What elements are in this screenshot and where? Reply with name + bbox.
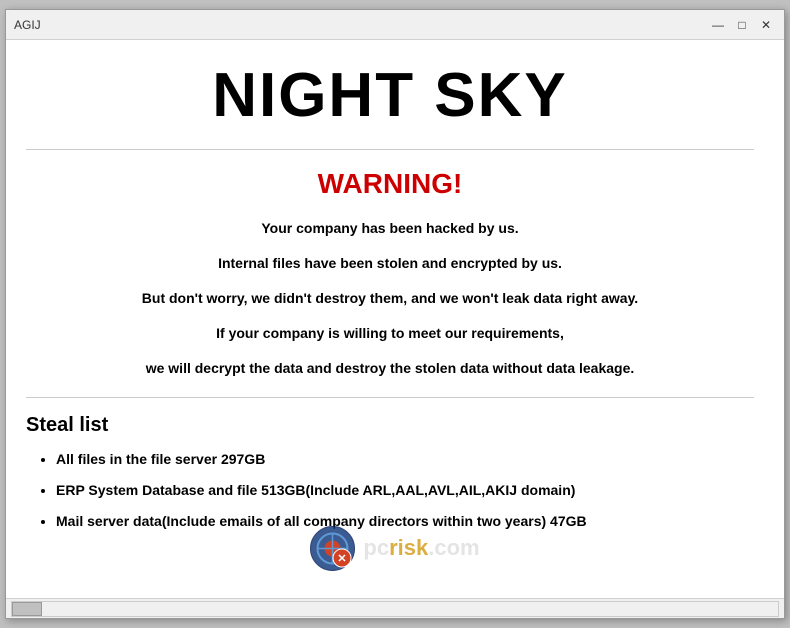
message-4: If your company is willing to meet our r… xyxy=(26,323,754,344)
steal-list: All files in the file server 297GB ERP S… xyxy=(26,449,754,532)
divider-2 xyxy=(26,397,754,398)
minimize-button[interactable]: — xyxy=(708,15,728,35)
horizontal-scrollbar[interactable] xyxy=(11,601,779,617)
message-3: But don't worry, we didn't destroy them,… xyxy=(26,288,754,309)
window-title: AGIJ xyxy=(14,18,41,32)
scrollbar-thumb[interactable] xyxy=(12,602,42,616)
content-wrapper: NIGHT SKY WARNING! Your company has been… xyxy=(6,40,784,598)
maximize-button[interactable]: □ xyxy=(732,15,752,35)
close-button[interactable]: ✕ xyxy=(756,15,776,35)
steal-item-3: Mail server data(Include emails of all c… xyxy=(56,511,754,532)
window-controls: — □ ✕ xyxy=(708,15,776,35)
warning-heading: WARNING! xyxy=(26,168,754,200)
divider-1 xyxy=(26,149,754,150)
title-bar: AGIJ — □ ✕ xyxy=(6,10,784,40)
message-5: we will decrypt the data and destroy the… xyxy=(26,358,754,379)
application-window: AGIJ — □ ✕ NIGHT SKY WARNING! Your compa… xyxy=(5,9,785,619)
message-block: Your company has been hacked by us. Inte… xyxy=(26,218,754,379)
steal-list-title: Steal list xyxy=(26,414,754,437)
message-1: Your company has been hacked by us. xyxy=(26,218,754,239)
scroll-area[interactable]: NIGHT SKY WARNING! Your company has been… xyxy=(6,40,784,598)
message-2: Internal files have been stolen and encr… xyxy=(26,253,754,274)
bottom-bar xyxy=(6,598,784,618)
steal-item-1: All files in the file server 297GB xyxy=(56,449,754,470)
steal-item-2: ERP System Database and file 513GB(Inclu… xyxy=(56,480,754,501)
main-title: NIGHT SKY xyxy=(26,60,754,131)
